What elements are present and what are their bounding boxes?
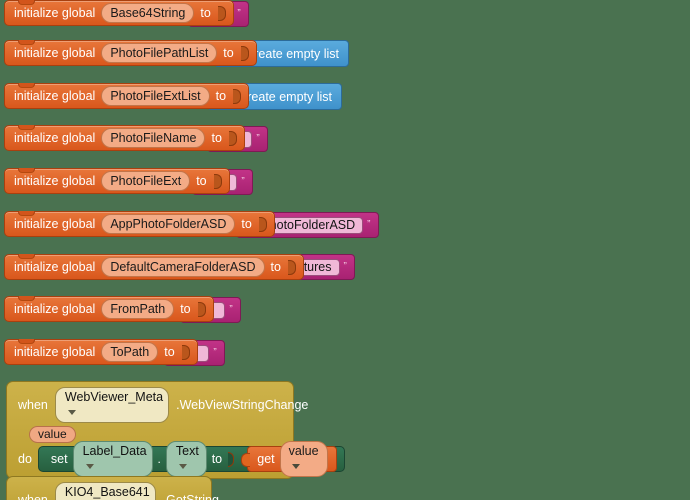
chevron-down-icon[interactable] xyxy=(178,464,187,470)
initialize-global-label: initialize global xyxy=(14,174,96,188)
close-quote: ” xyxy=(237,8,241,19)
value-socket xyxy=(213,173,222,189)
event-handler-block[interactable]: when WebViewer_Meta .WebViewStringChange… xyxy=(6,381,345,479)
initialize-global-label: initialize global xyxy=(14,6,96,20)
chevron-down-icon[interactable] xyxy=(85,464,94,470)
variable-name-field[interactable]: PhotoFileName xyxy=(101,128,206,148)
global-variable-block[interactable]: initialize global FromPath to xyxy=(4,296,214,322)
to-label: to xyxy=(223,46,234,60)
global-variable-block[interactable]: initialize global PhotoFileExt to xyxy=(4,168,230,194)
to-label: to xyxy=(196,174,207,188)
set-property-dropdown[interactable]: Text xyxy=(165,441,207,477)
component-dropdown[interactable]: KIO4_Base641 xyxy=(54,482,156,500)
to-label: to xyxy=(180,302,191,316)
global-variable-block[interactable]: initialize global ToPath to xyxy=(4,339,198,365)
set-component-dropdown[interactable]: Label_Data xyxy=(72,441,153,477)
blocks-workspace-canvas[interactable]: initialize global Base64String to “ ” in… xyxy=(0,0,690,500)
set-property-block[interactable]: set Label_Data . Text to get value xyxy=(37,441,345,477)
close-quote: ” xyxy=(256,133,260,144)
event-parameter-chip[interactable]: value xyxy=(29,426,76,443)
chevron-down-icon[interactable] xyxy=(67,410,76,416)
to-label: to xyxy=(211,452,223,466)
dot-separator: . xyxy=(157,452,161,466)
variable-name-field[interactable]: PhotoFilePathList xyxy=(101,43,218,63)
variable-name-field[interactable]: FromPath xyxy=(101,299,175,319)
global-variable-block[interactable]: initialize global PhotoFileName to xyxy=(4,125,245,151)
close-quote: ” xyxy=(213,347,217,358)
close-quote: ” xyxy=(241,176,245,187)
component-dropdown[interactable]: WebViewer_Meta xyxy=(54,387,170,423)
event-handler-block[interactable]: when KIO4_Base641 .GotString xyxy=(6,476,219,500)
event-header: when KIO4_Base641 .GotString xyxy=(7,477,219,500)
create-empty-list-label: create empty list xyxy=(241,89,333,104)
value-socket xyxy=(287,259,296,275)
global-variable-block[interactable]: initialize global PhotoFilePathList to xyxy=(4,40,257,66)
to-label: to xyxy=(241,217,252,231)
event-parameter-row: value xyxy=(7,425,293,445)
create-empty-list-label: create empty list xyxy=(248,46,340,61)
get-label: get xyxy=(257,452,275,466)
to-label: to xyxy=(200,6,211,20)
close-quote: ” xyxy=(343,261,347,272)
close-quote: ” xyxy=(229,304,233,315)
variable-name-field[interactable]: ToPath xyxy=(101,342,159,362)
initialize-global-label: initialize global xyxy=(14,217,96,231)
global-variable-block[interactable]: initialize global Base64String to xyxy=(4,0,234,26)
set-label: set xyxy=(50,452,68,466)
global-variable-block[interactable]: initialize global PhotoFileExtList to xyxy=(4,83,250,109)
event-name-label: .WebViewStringChange xyxy=(176,398,309,412)
initialize-global-label: initialize global xyxy=(14,302,96,316)
get-variable-block[interactable]: get value xyxy=(241,441,337,477)
to-label: to xyxy=(215,89,227,103)
value-socket xyxy=(228,451,235,467)
variable-name-field[interactable]: DefaultCameraFolderASD xyxy=(101,257,265,277)
initialize-global-label: initialize global xyxy=(14,260,96,274)
to-label: to xyxy=(164,345,175,359)
value-socket xyxy=(240,45,249,61)
value-socket xyxy=(181,344,190,360)
value-socket xyxy=(228,130,237,146)
chevron-down-icon[interactable] xyxy=(291,464,300,470)
initialize-global-label: initialize global xyxy=(14,46,96,60)
global-variable-block[interactable]: initialize global DefaultCameraFolderASD… xyxy=(4,254,304,280)
initialize-global-label: initialize global xyxy=(14,345,96,359)
value-socket xyxy=(197,301,206,317)
variable-name-field[interactable]: PhotoFileExt xyxy=(101,171,191,191)
value-socket xyxy=(233,88,242,104)
value-socket xyxy=(217,5,226,21)
to-label: to xyxy=(211,131,222,145)
variable-name-field[interactable]: AppPhotoFolderASD xyxy=(101,214,236,234)
event-do-row: do set Label_Data . Text to get value xyxy=(7,441,345,478)
close-quote: ” xyxy=(367,219,371,230)
initialize-global-label: initialize global xyxy=(14,89,96,103)
event-header: when WebViewer_Meta .WebViewStringChange xyxy=(7,382,308,425)
initialize-global-label: initialize global xyxy=(14,131,96,145)
when-label: when xyxy=(18,493,48,500)
variable-name-field[interactable]: PhotoFileExtList xyxy=(101,86,210,106)
to-label: to xyxy=(270,260,281,274)
value-socket xyxy=(258,216,267,232)
when-label: when xyxy=(18,398,48,412)
variable-name-field[interactable]: Base64String xyxy=(101,3,195,23)
do-label: do xyxy=(18,452,32,466)
get-variable-dropdown[interactable]: value xyxy=(279,441,328,477)
global-variable-block[interactable]: initialize global AppPhotoFolderASD to xyxy=(4,211,275,237)
event-name-label: .GotString xyxy=(162,493,219,500)
